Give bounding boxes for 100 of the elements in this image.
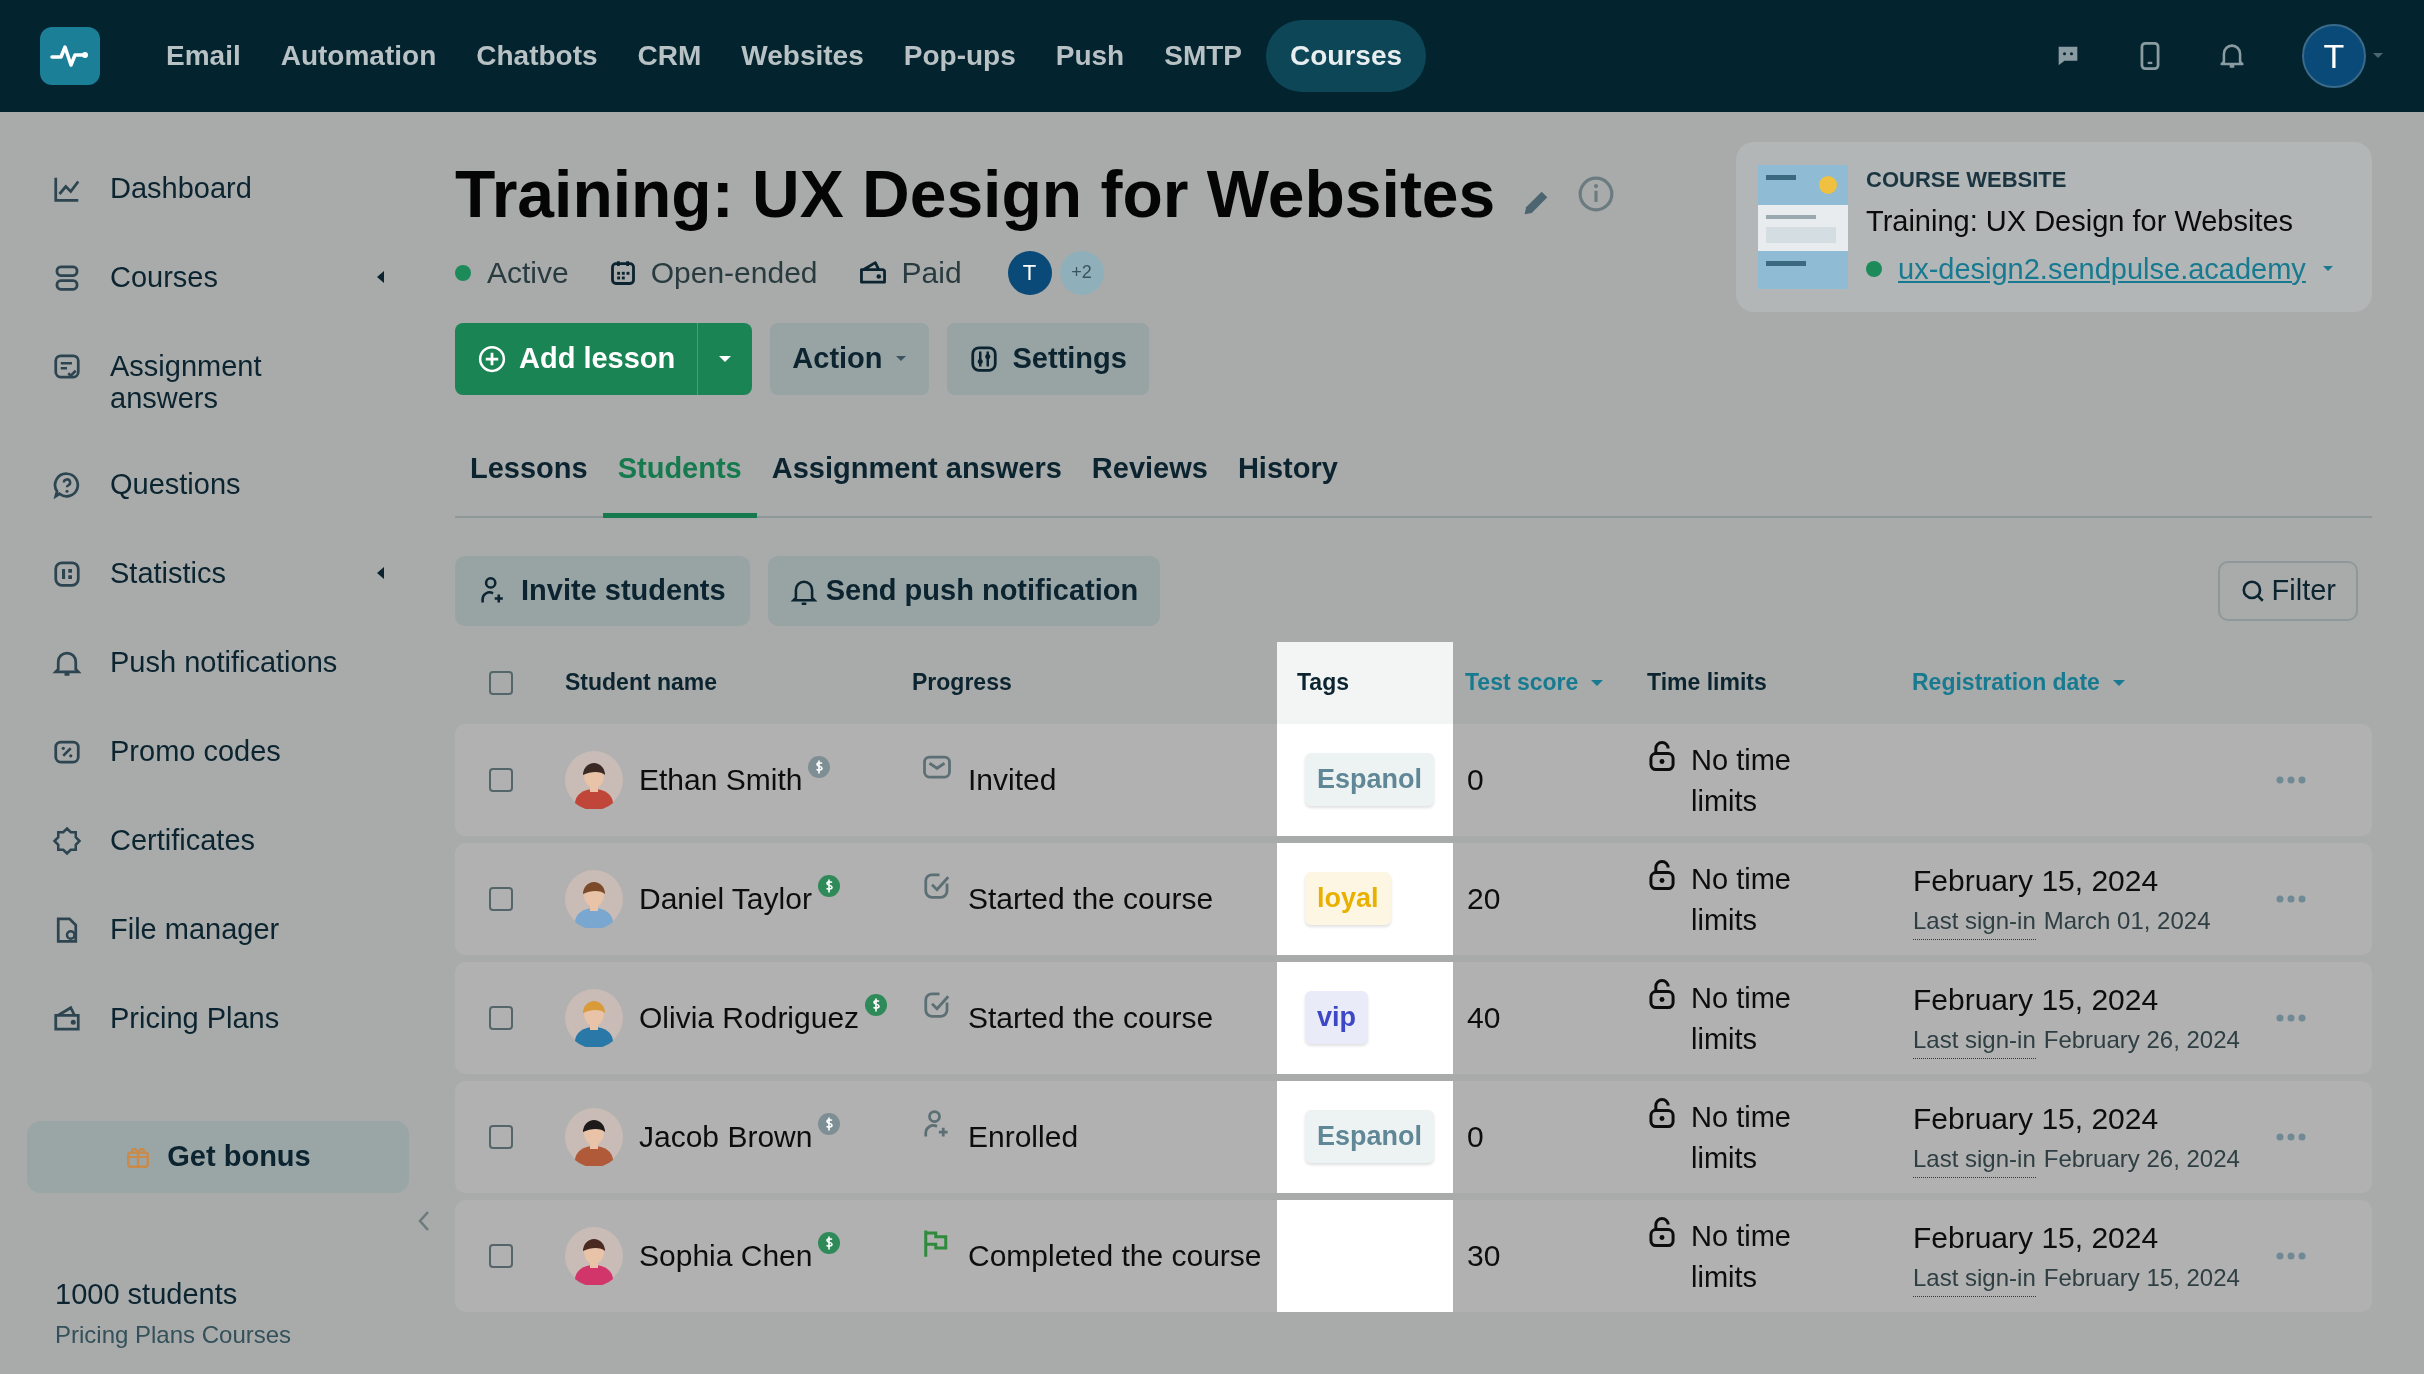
caret-icon: [718, 355, 733, 363]
sort-caret-icon[interactable]: [2111, 678, 2126, 687]
nav-tab[interactable]: Pop-ups: [887, 20, 1032, 92]
row-checkbox[interactable]: [489, 767, 513, 792]
column-header: Student name: [565, 668, 718, 698]
student-name[interactable]: Olivia Rodriguez: [639, 995, 860, 1040]
caret-icon: [894, 355, 907, 363]
unlocked-padlock-icon: [1647, 1096, 1677, 1129]
sidebar-item[interactable]: Questions: [110, 468, 340, 500]
row-checkbox[interactable]: [489, 1005, 513, 1030]
action-button[interactable]: Action: [770, 323, 929, 395]
sidebar-item[interactable]: Courses: [110, 261, 340, 293]
more-icon[interactable]: [2276, 1013, 2306, 1022]
tag: Espanol: [1305, 753, 1435, 806]
avatar: [565, 750, 623, 809]
column-header: Tags: [1297, 668, 1349, 698]
select-all-checkbox[interactable]: [489, 670, 513, 695]
test-score: 40: [1467, 1000, 1501, 1036]
time-limit: No time limits: [1691, 861, 1792, 938]
user-avatar[interactable]: T: [2302, 24, 2366, 88]
sidebar-item[interactable]: Statistics: [110, 557, 340, 589]
avatar: [565, 988, 623, 1047]
row-checkbox[interactable]: [489, 1124, 513, 1149]
registration-date: February 15, 2024: [1913, 981, 2159, 1018]
sidebar-item[interactable]: Push notifications: [110, 646, 340, 678]
avatar: [565, 1226, 623, 1285]
last-sign-in-date: February 26, 2024: [2043, 1143, 2240, 1174]
unlocked-padlock-icon: [1647, 739, 1677, 772]
row-checkbox[interactable]: [489, 1243, 513, 1268]
column-header: Progress: [912, 668, 1012, 698]
stats-icon: [52, 559, 82, 589]
course-title: Training: UX Design for Websites: [455, 156, 1496, 233]
avatar: [565, 869, 623, 928]
course-duration: Open-ended: [650, 255, 818, 291]
avatar: [565, 1107, 623, 1166]
sidebar-item[interactable]: Pricing Plans: [110, 1002, 340, 1034]
unlocked-padlock-icon: [1647, 1215, 1677, 1248]
nav-tab[interactable]: Automation: [264, 20, 453, 92]
unlocked-padlock-icon: [1647, 858, 1677, 891]
progress-status: Started the course: [968, 1000, 1214, 1036]
tab[interactable]: Assignment answers: [756, 445, 1077, 518]
last-sign-in-label: Last sign-in: [1913, 1259, 2036, 1297]
checkbox-icon: [922, 989, 952, 1020]
nav-tab[interactable]: Courses: [1266, 20, 1427, 92]
nav-tab[interactable]: CRM: [621, 20, 718, 92]
students-count: 1000 students: [55, 1277, 239, 1312]
collapse-chevron-icon[interactable]: [416, 1209, 432, 1233]
time-limit: No time limits: [1691, 1099, 1792, 1176]
team-avatar[interactable]: T: [1007, 250, 1052, 295]
row-checkbox[interactable]: [489, 886, 513, 911]
settings-button[interactable]: Settings: [946, 323, 1149, 395]
filter-button[interactable]: Filter: [2217, 560, 2358, 621]
wallet-icon: [857, 258, 888, 287]
nav-tab[interactable]: Websites: [725, 20, 880, 92]
progress-status: Completed the course: [968, 1238, 1262, 1274]
student-name[interactable]: Daniel Taylor: [639, 876, 812, 921]
course-status: Active: [487, 255, 569, 291]
time-limit: No time limits: [1691, 1218, 1792, 1295]
test-score: 20: [1467, 881, 1501, 917]
test-score: 0: [1467, 762, 1484, 798]
last-sign-in-label: Last sign-in: [1913, 1140, 2036, 1178]
sidebar-item[interactable]: Promo codes: [110, 735, 340, 767]
sort-caret-icon[interactable]: [1590, 678, 1605, 687]
get-bonus-button[interactable]: Get bonus: [27, 1121, 409, 1193]
test-score: 30: [1467, 1238, 1501, 1274]
more-icon[interactable]: [2276, 775, 2306, 784]
tag: Espanol: [1305, 1110, 1435, 1163]
student-name[interactable]: Sophia Chen: [639, 1233, 813, 1278]
plan-name: Pricing Plans Courses: [55, 1319, 293, 1350]
team-more-badge[interactable]: +2: [1059, 250, 1104, 295]
nav-tab[interactable]: SMTP: [1148, 20, 1258, 92]
info-icon[interactable]: [1577, 175, 1616, 213]
more-icon[interactable]: [2276, 1251, 2306, 1260]
tab[interactable]: History: [1222, 445, 1353, 518]
test-score: 0: [1467, 1119, 1484, 1155]
logo-icon[interactable]: [40, 27, 100, 85]
nav-tab[interactable]: Email: [150, 20, 257, 92]
send-push-button[interactable]: Send push notification: [767, 555, 1161, 626]
caret-icon[interactable]: [375, 270, 385, 284]
student-name[interactable]: Jacob Brown: [639, 1114, 813, 1159]
sidebar-item[interactable]: Assignment answers: [110, 350, 340, 414]
bell-icon[interactable]: [2218, 41, 2246, 71]
nav-tab[interactable]: Push: [1039, 20, 1141, 92]
sidebar-item[interactable]: Certificates: [110, 824, 340, 856]
invite-students-button[interactable]: Invite students: [455, 555, 750, 626]
student-name[interactable]: Ethan Smith: [639, 757, 803, 802]
phone-icon[interactable]: [2138, 41, 2162, 71]
plus-circle-icon: [477, 344, 507, 374]
caret-icon[interactable]: [375, 566, 385, 580]
registration-date: February 15, 2024: [1913, 1219, 2159, 1256]
sidebar-item[interactable]: Dashboard: [110, 172, 340, 204]
tab[interactable]: Lessons: [455, 445, 603, 518]
more-icon[interactable]: [2276, 1132, 2306, 1141]
course-pricing: Paid: [901, 255, 962, 291]
unlocked-padlock-icon: [1647, 977, 1677, 1010]
tab[interactable]: Reviews: [1076, 445, 1223, 518]
sidebar-item[interactable]: File manager: [110, 913, 340, 945]
nav-tab[interactable]: Chatbots: [460, 20, 614, 92]
more-icon[interactable]: [2276, 894, 2306, 903]
registration-date: February 15, 2024: [1913, 1100, 2159, 1137]
